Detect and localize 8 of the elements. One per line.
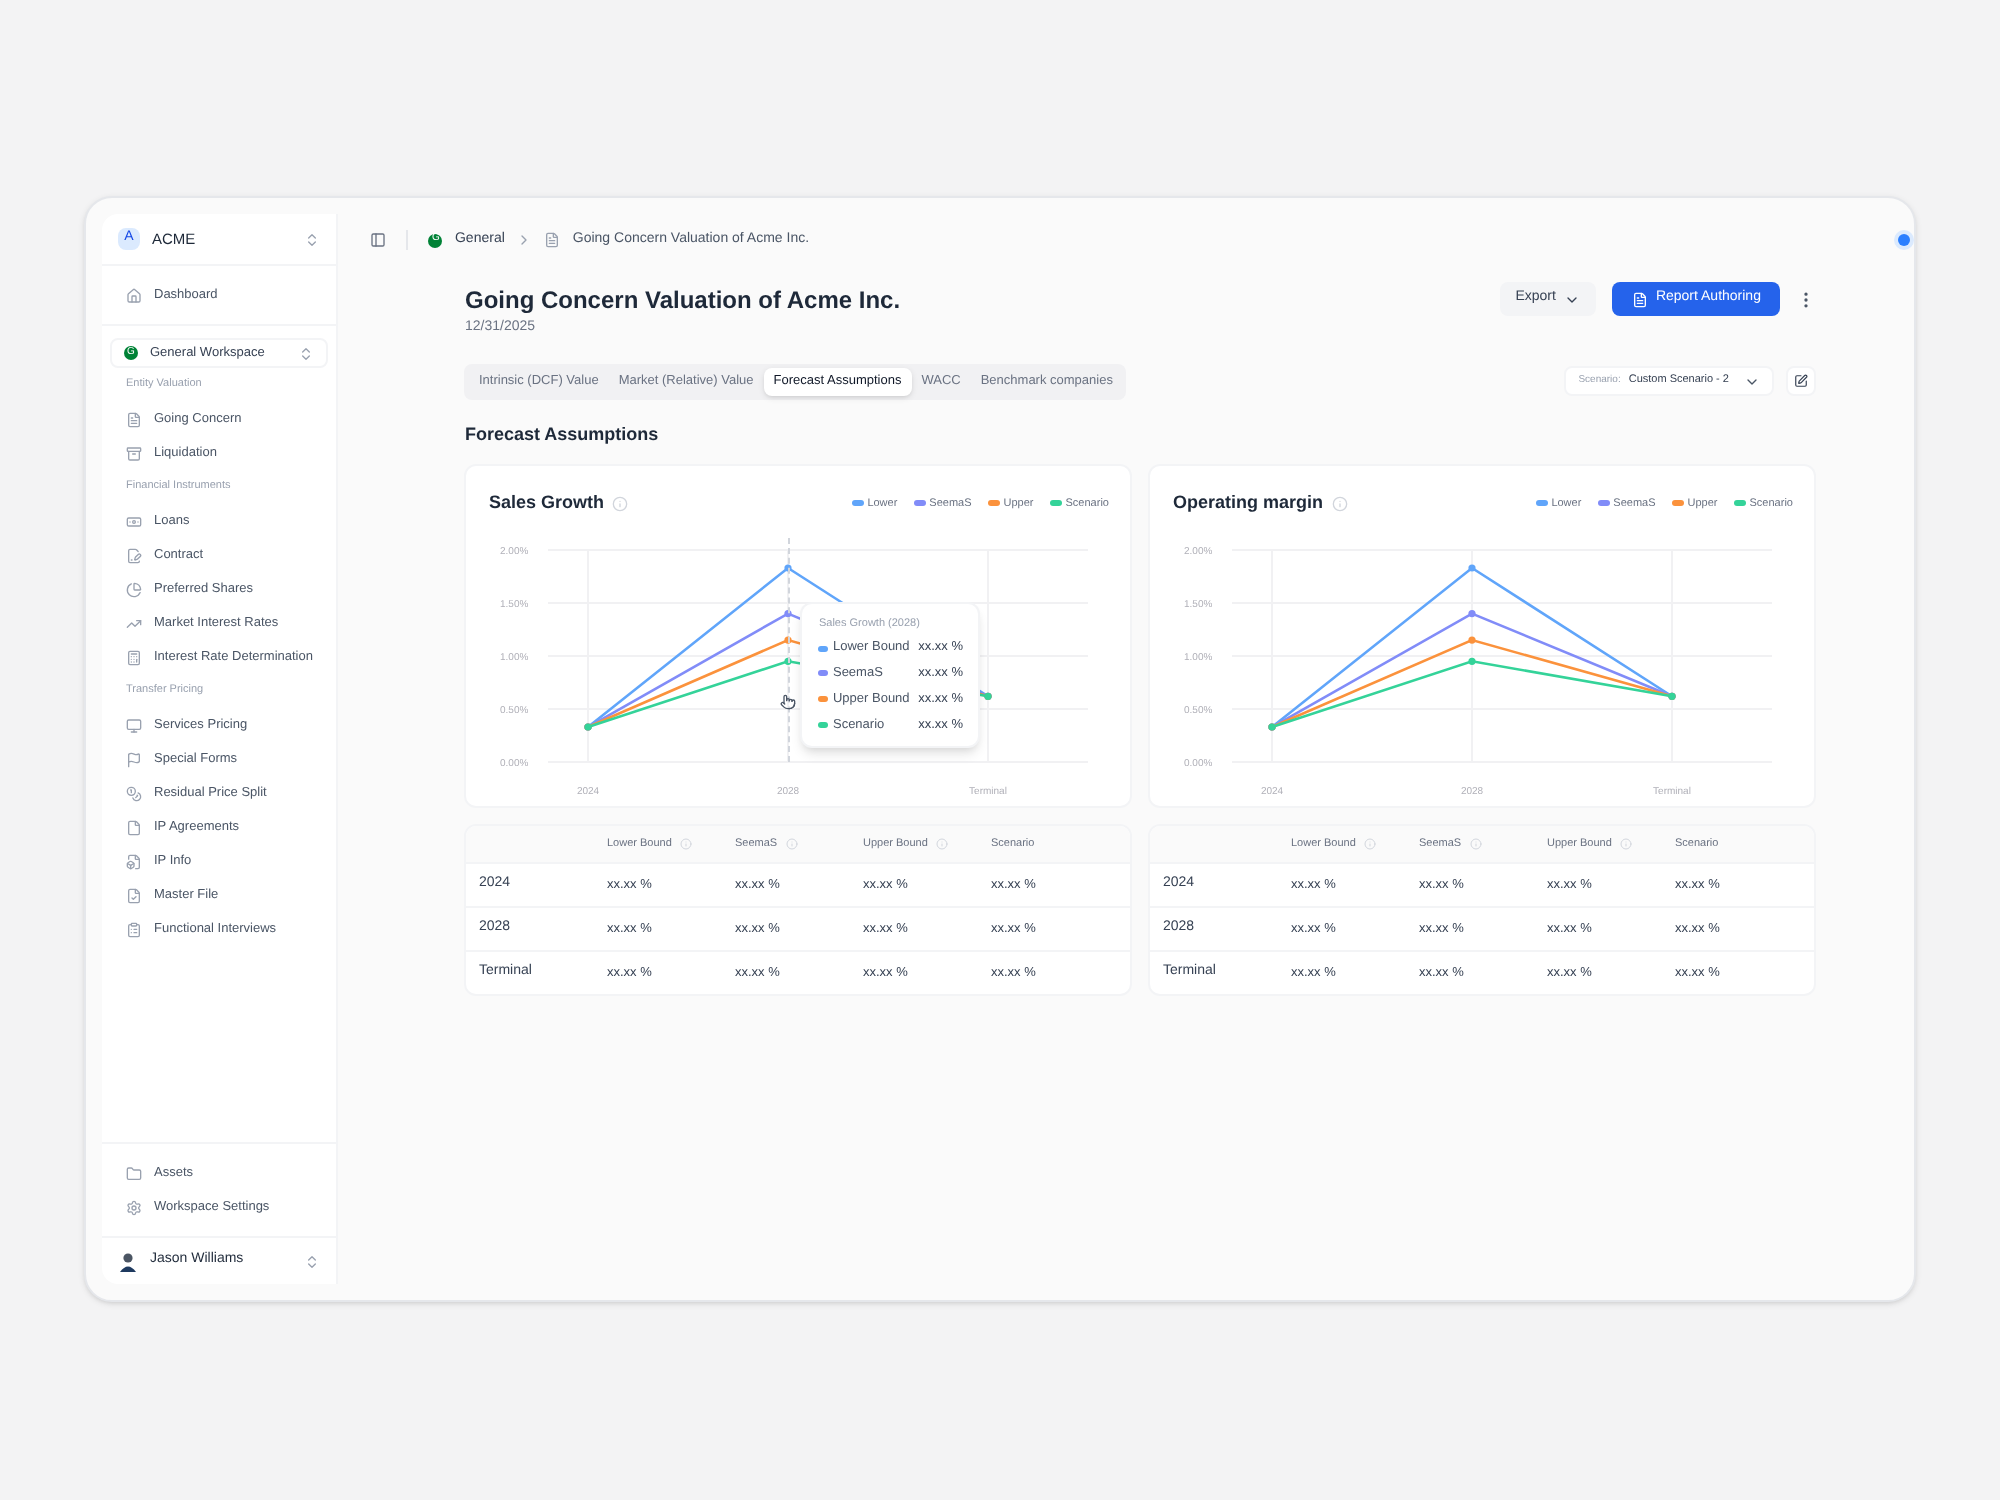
point: [1469, 635, 1477, 643]
point: [1469, 656, 1477, 664]
chart-title: Sales Growth: [488, 490, 604, 516]
chart-title: Operating margin: [1172, 490, 1323, 516]
point: [1469, 609, 1477, 617]
point: [1469, 563, 1477, 571]
section-title: Forecast Assumptions: [464, 421, 661, 448]
page-title: Going Concern Valuation of Acme Inc.: [464, 284, 901, 318]
